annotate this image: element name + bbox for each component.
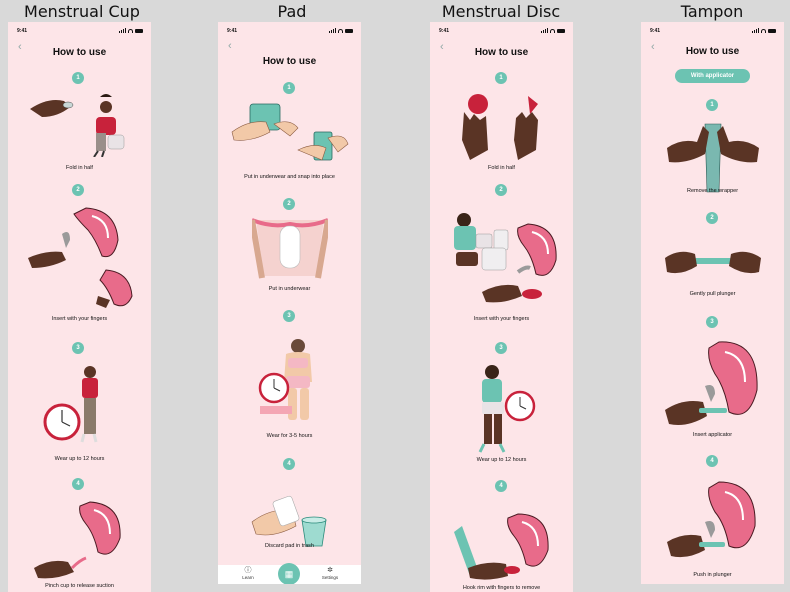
phone-screen-cup: 9:41 ‹ How to use 1 Fold in half 2 Inser…	[8, 22, 151, 592]
step-number: 1	[283, 82, 295, 94]
step-number: 2	[72, 184, 84, 196]
step-number: 3	[495, 342, 507, 354]
step-illustration-wear-pad	[258, 339, 312, 420]
step-illustration-remove-wrapper	[667, 123, 759, 193]
step-number: 4	[706, 455, 718, 467]
step-caption: Insert with your fingers	[51, 316, 108, 322]
battery-icon	[345, 28, 353, 33]
step-number: 3	[283, 310, 295, 322]
wifi-icon	[128, 28, 133, 33]
battery-icon	[768, 28, 776, 33]
step-caption: Insert applicator	[692, 432, 733, 438]
battery-icon	[135, 28, 143, 33]
step-caption: Remove the wrapper	[686, 188, 739, 194]
phone-screen-pad: 9:41 ‹ How to use 1 Put in underwear and…	[218, 22, 361, 584]
gear-icon: ✲	[327, 567, 333, 574]
step-caption: Pinch cup to release suction	[45, 583, 114, 589]
step-illustration-insert-applicator	[665, 341, 758, 425]
tab-settings[interactable]: ✲ Settings	[315, 567, 345, 580]
page-title: How to use	[474, 47, 529, 58]
step-number: 3	[706, 316, 718, 328]
step-illustration-fold-disc	[462, 94, 538, 160]
tab-label: Learn	[242, 575, 254, 580]
status-bar: 9:41	[8, 27, 151, 35]
step-caption: Hook rim with fingers to remove	[462, 585, 541, 591]
step-caption: Wear up to 12 hours	[476, 457, 527, 463]
step-illustration-fold-cup	[30, 94, 125, 157]
status-bar: 9:41	[430, 27, 573, 35]
step-illustration-push-plunger	[667, 481, 756, 558]
step-number: 4	[72, 478, 84, 490]
wifi-icon	[550, 28, 555, 33]
step-caption: Fold in half	[66, 165, 93, 171]
step-caption: Gently pull plunger	[689, 291, 736, 297]
battery-icon	[557, 28, 565, 33]
step-illustration-insert-disc	[454, 213, 557, 303]
step-number: 2	[706, 212, 718, 224]
step-number: 2	[495, 184, 507, 196]
step-number: 1	[706, 99, 718, 111]
step-caption: Wear up to 12 hours	[54, 456, 105, 462]
step-number: 3	[72, 342, 84, 354]
step-number: 4	[495, 480, 507, 492]
step-caption: Put in underwear and snap into place	[244, 174, 335, 180]
column-title-tampon: Tampon	[680, 2, 744, 21]
step-illustration-pad-underwear	[252, 218, 328, 279]
step-illustration-pull-plunger	[665, 251, 761, 274]
phone-screen-disc: 9:41 ‹ How to use 1 Fold in half 2 Inser…	[430, 22, 573, 592]
step-illustration-wear-cup	[43, 366, 98, 443]
step-caption: Put in underwear	[268, 286, 311, 292]
status-bar: 9:41	[218, 27, 361, 35]
step-caption: Wear for 3-5 hours	[266, 433, 313, 439]
status-time: 9:41	[650, 28, 661, 34]
step-number: 4	[283, 458, 295, 470]
status-time: 9:41	[227, 28, 238, 34]
step-caption: Push in plunger	[693, 572, 732, 578]
calendar-button[interactable]: ▦	[278, 563, 300, 584]
phone-screen-tampon: 9:41 ‹ How to use With applicator 1 Remo…	[641, 22, 784, 584]
step-caption: Insert with your fingers	[473, 316, 530, 322]
step-illustration-discard-pad	[251, 495, 327, 547]
column-title-disc: Menstrual Disc	[441, 2, 561, 21]
step-caption: Fold in half	[488, 165, 515, 171]
status-time: 9:41	[17, 28, 28, 34]
wifi-icon	[761, 28, 766, 33]
info-icon: ⓘ	[244, 567, 252, 574]
calendar-icon: ▦	[284, 568, 294, 579]
step-illustration-snap-pad	[231, 103, 349, 161]
signal-icon	[329, 28, 336, 33]
step-illustration-pinch-cup	[34, 501, 121, 579]
column-title-pad: Pad	[277, 2, 307, 21]
step-caption: Discard pad in trash	[265, 543, 314, 549]
step-illustration-wear-disc	[478, 365, 536, 453]
tab-learn[interactable]: ⓘ Learn	[233, 567, 263, 580]
step-number: 1	[495, 72, 507, 84]
step-number: 2	[283, 198, 295, 210]
signal-icon	[752, 28, 759, 33]
signal-icon	[119, 28, 126, 33]
page-title: How to use	[685, 46, 740, 57]
page-title: How to use	[262, 56, 317, 67]
tab-bar: ⓘ Learn ▦ ✲ Settings	[218, 563, 361, 584]
back-button[interactable]: ‹	[228, 41, 232, 52]
page-title: How to use	[52, 47, 107, 58]
step-illustration-insert-cup	[28, 207, 133, 308]
wifi-icon	[338, 28, 343, 33]
step-number: 1	[72, 72, 84, 84]
status-bar: 9:41	[641, 27, 784, 35]
step-illustration-remove-disc	[454, 513, 549, 580]
with-applicator-toggle[interactable]: With applicator	[675, 69, 750, 83]
signal-icon	[541, 28, 548, 33]
tab-label: Settings	[321, 575, 339, 580]
column-title-cup: Menstrual Cup	[24, 2, 140, 21]
status-time: 9:41	[439, 28, 450, 34]
